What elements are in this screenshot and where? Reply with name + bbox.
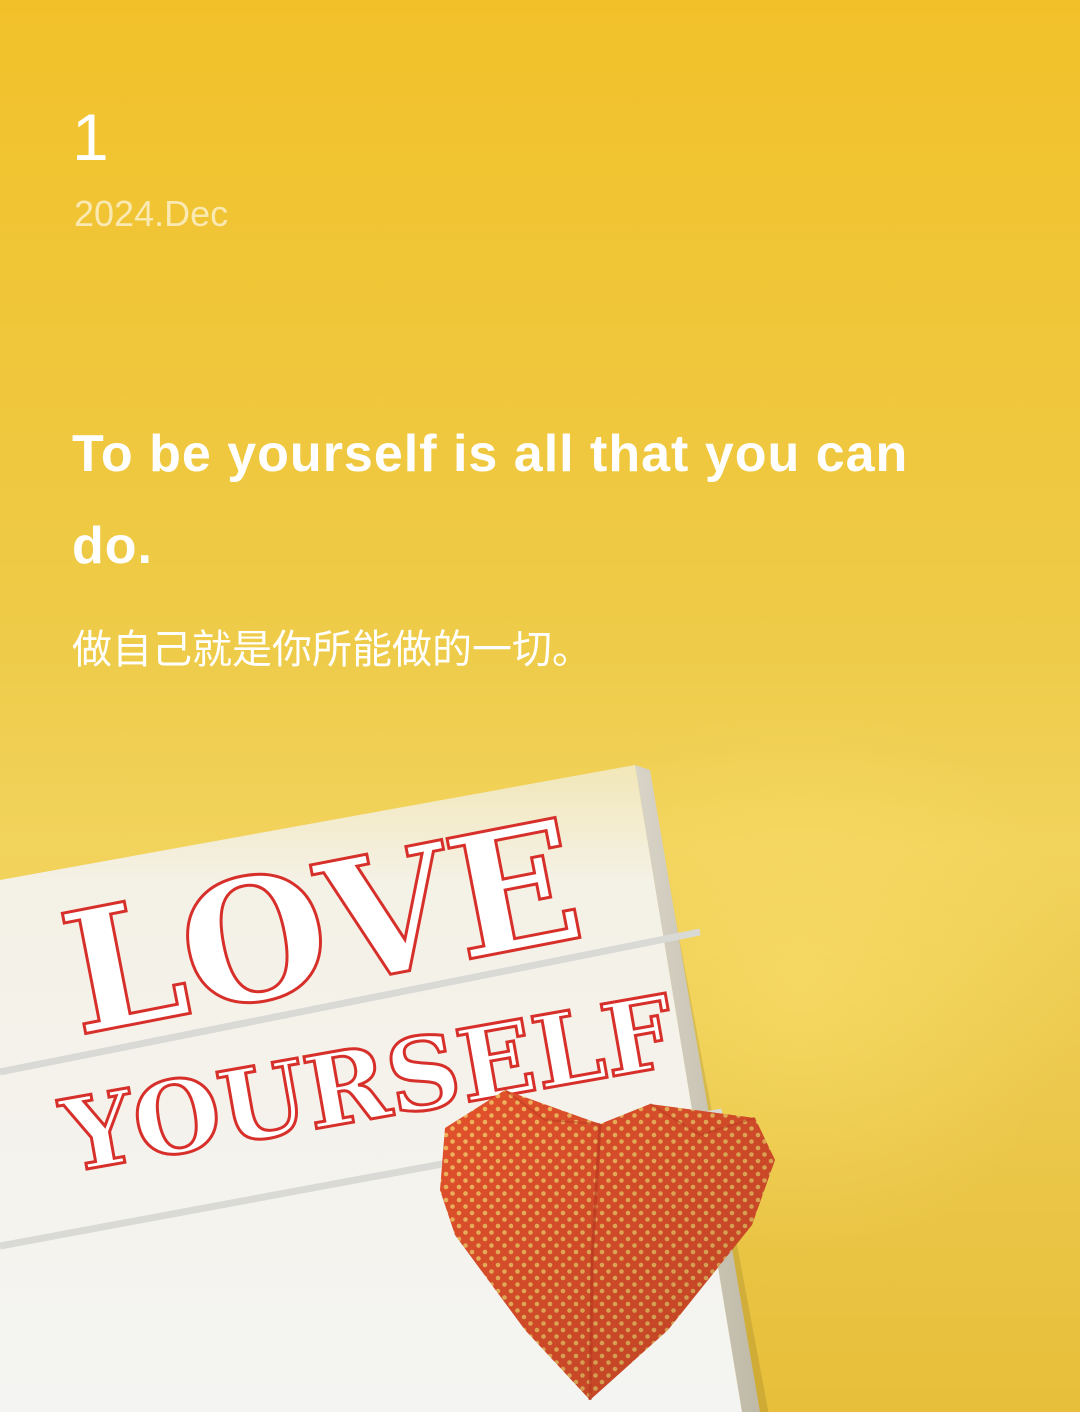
daily-quote-card: 1 2024.Dec To be yourself is all that yo… (0, 0, 1080, 1412)
lightbox-photo: LOVE YOURSELF (0, 765, 775, 1412)
